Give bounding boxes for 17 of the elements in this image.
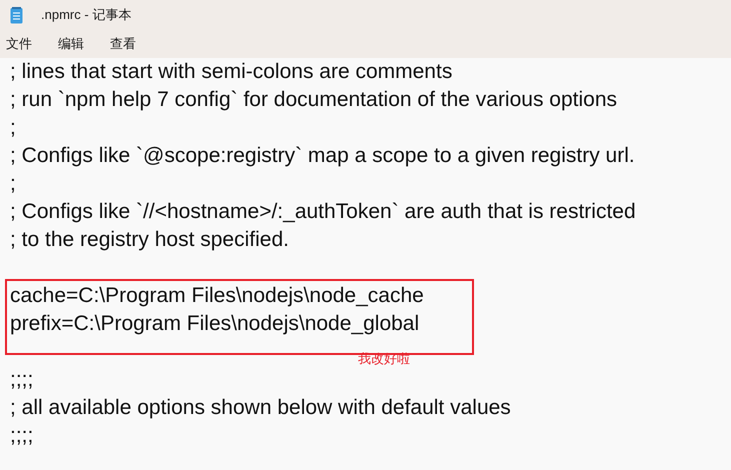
menu-item[interactable]: 文件 (6, 34, 32, 54)
text-line: ;;;; (10, 423, 34, 449)
text-line: ; Configs like `//<hostname>/:_authToken` are auth that is restricted (10, 199, 637, 225)
text-line: ;;;; (10, 367, 34, 393)
text-line: ; (10, 115, 17, 141)
text-line: ; lines that start with semi-colons are comments (10, 59, 454, 85)
text-line: ; run `npm help 7 config` for documentation of the various options (10, 87, 618, 113)
text-line: ; to the registry host specified. (10, 227, 290, 253)
text-line: ; Configs like `@scope:registry` map a scope to a given registry url. (10, 143, 636, 169)
text-line: prefix=C:\Program Files\nodejs\node_global (10, 311, 420, 337)
text-line: ; all available options shown below with default values (10, 395, 512, 421)
notepad-icon (10, 6, 23, 24)
menu-item[interactable]: 查看 (110, 34, 136, 54)
menu-item[interactable]: 编辑 (58, 34, 84, 54)
window-title: .npmrc - 记事本 (41, 6, 132, 24)
text-line: cache=C:\Program Files\nodejs\node_cache (10, 283, 425, 309)
text-line: ; (10, 171, 17, 197)
